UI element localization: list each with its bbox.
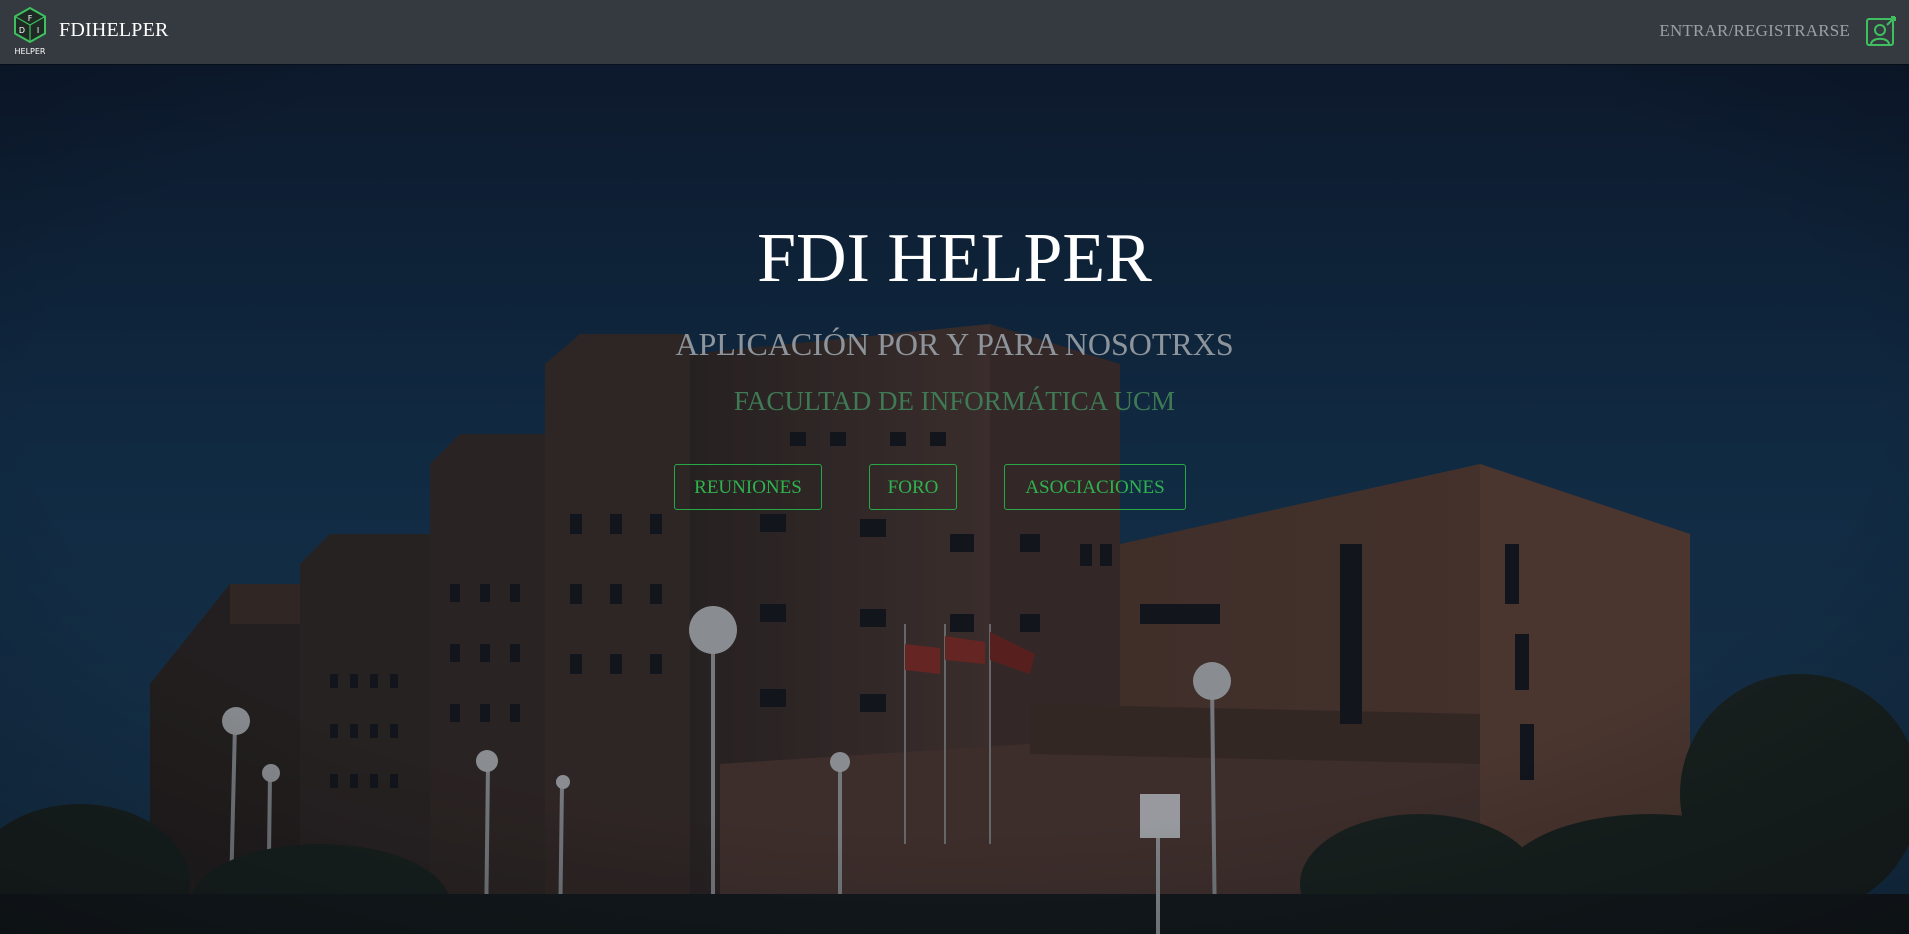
hero-title: FDI HELPER (757, 220, 1152, 297)
asociaciones-button[interactable]: ASOCIACIONES (1004, 464, 1186, 510)
reuniones-button[interactable]: REUNIONES (674, 464, 822, 510)
brand-name[interactable]: FDIHELPER (59, 19, 169, 42)
fdi-logo-icon[interactable]: F D I HELPER (12, 6, 48, 58)
user-profile-icon[interactable] (1865, 15, 1897, 47)
login-register-link[interactable]: ENTRAR/REGISTRARSE (1659, 21, 1850, 41)
navbar: F D I HELPER FDIHELPER ENTRAR/REGISTRARS… (0, 0, 1909, 64)
logo-letter-d: D (19, 26, 25, 35)
foro-button[interactable]: FORO (869, 464, 957, 510)
logo-letter-i: I (37, 26, 39, 35)
logo-caption: HELPER (15, 47, 46, 56)
hero-section: FDI HELPER APLICACIÓN POR Y PARA NOSOTRX… (0, 64, 1909, 934)
hero-buttons: REUNIONES FORO ASOCIACIONES (0, 464, 1909, 512)
page: F D I HELPER FDIHELPER ENTRAR/REGISTRARS… (0, 0, 1909, 934)
logo-letter-f: F (28, 14, 33, 23)
hero-subtitle: APLICACIÓN POR Y PARA NOSOTRXS (675, 326, 1234, 362)
hero-faculty: FACULTAD DE INFORMÁTICA UCM (733, 386, 1176, 416)
